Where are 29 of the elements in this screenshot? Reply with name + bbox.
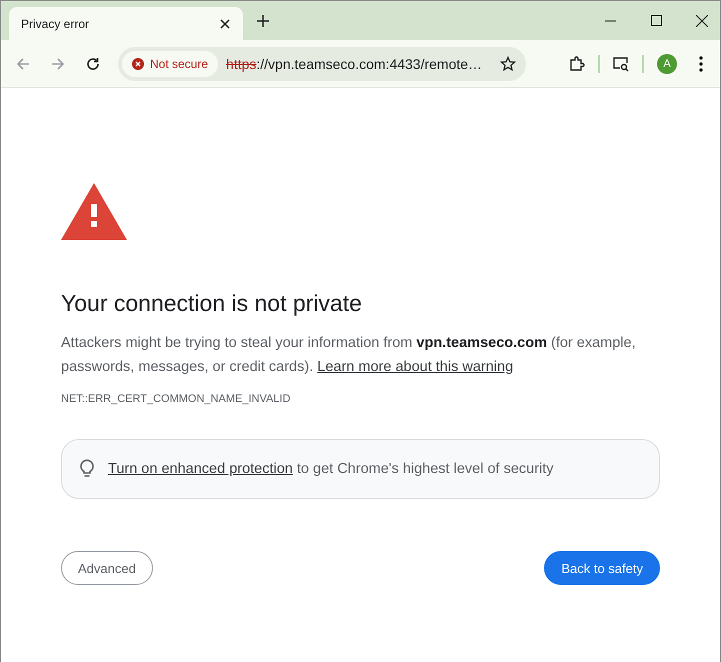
maximize-icon — [650, 15, 662, 26]
address-url[interactable]: https://vpn.teamseco.com:4433/remote… — [226, 56, 494, 72]
browser-tab[interactable]: Privacy error — [9, 7, 243, 40]
menu-icon — [699, 56, 703, 72]
reload-icon — [86, 56, 100, 70]
advanced-button[interactable]: Advanced — [61, 551, 153, 585]
close-icon — [696, 14, 708, 26]
error-icon — [132, 58, 144, 70]
learn-more-link[interactable]: Learn more about this warning — [317, 359, 514, 375]
plus-icon — [257, 14, 269, 26]
profile-avatar: A — [657, 54, 677, 74]
profile-button[interactable]: A — [651, 50, 683, 78]
security-chip[interactable]: Not secure — [122, 50, 218, 76]
forward-arrow-icon — [51, 56, 65, 70]
warning-icon — [61, 183, 127, 240]
error-code: NET::ERR_CERT_COMMON_NAME_INVALID — [61, 393, 290, 405]
minimize-icon — [604, 20, 616, 22]
lightbulb-icon — [80, 459, 94, 479]
back-to-safety-button[interactable]: Back to safety — [544, 551, 660, 585]
screen-search-icon — [612, 56, 630, 72]
tab-title: Privacy error — [21, 16, 90, 30]
protection-message: Turn on enhanced protection to get Chrome's highest level of security — [108, 460, 554, 479]
warning-description: Attackers might be trying to steal your information from vpn.teamseco.com (for example, passwords, messages, or credit cards). Learn more about this warning — [61, 334, 637, 377]
star-icon — [500, 56, 516, 72]
close-icon — [220, 18, 230, 28]
back-arrow-icon — [16, 56, 30, 70]
page-heading: Your connection is not private — [61, 290, 363, 317]
enhanced-protection-link[interactable]: Turn on enhanced protection — [108, 461, 293, 477]
puzzle-icon — [569, 56, 585, 72]
